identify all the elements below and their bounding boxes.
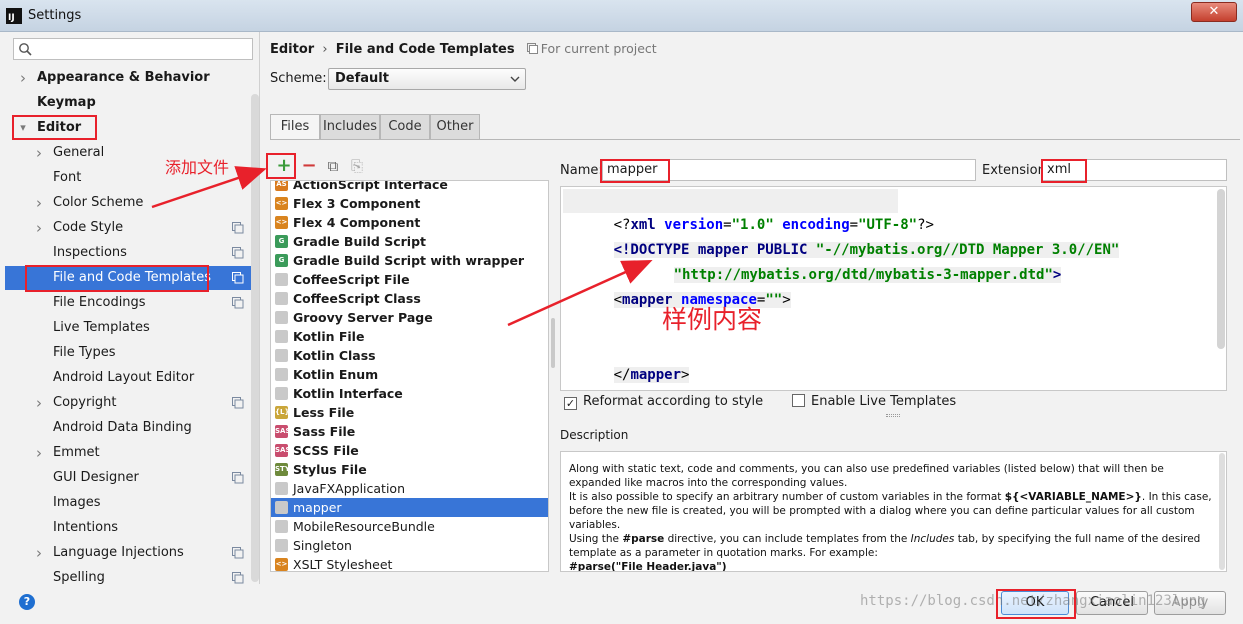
annotation-arrows (151, 166, 653, 327)
arrow-to-code (507, 259, 653, 327)
arrow-to-add-button (151, 166, 267, 209)
